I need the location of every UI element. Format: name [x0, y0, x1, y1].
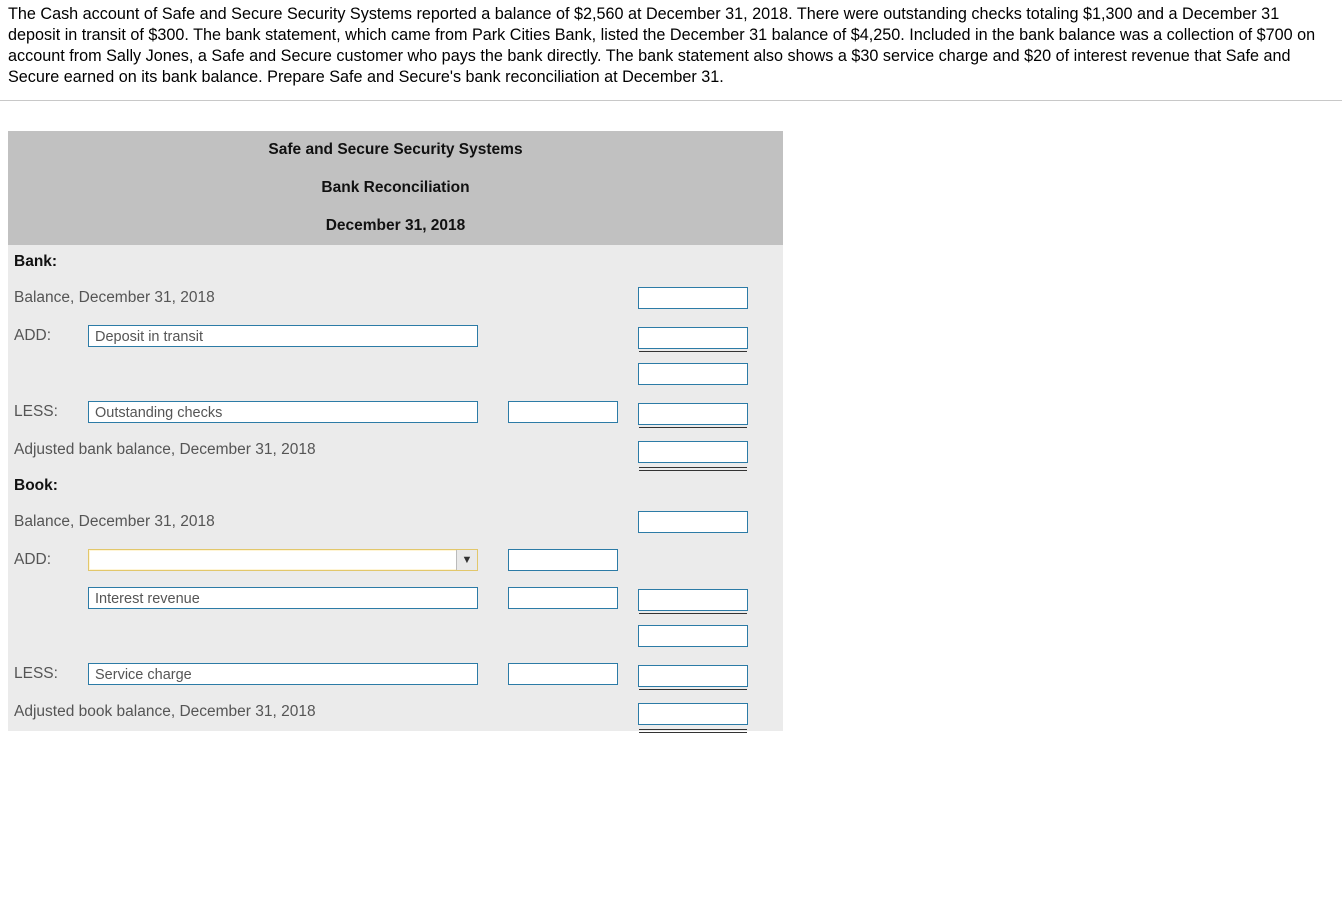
book-subtotal-input[interactable] — [638, 625, 748, 647]
book-less-subamount-input[interactable] — [508, 663, 618, 685]
bank-balance-label: Balance, December 31, 2018 — [8, 282, 638, 314]
book-add-amount-input[interactable] — [638, 589, 748, 611]
book-add-item-2-input[interactable]: Interest revenue — [88, 587, 478, 609]
book-add-item-1-select[interactable]: ▼ — [88, 549, 478, 571]
header-date: December 31, 2018 — [8, 207, 783, 245]
book-less-item-input[interactable]: Service charge — [88, 663, 478, 685]
book-adjusted-label: Adjusted book balance, December 31, 2018 — [8, 696, 638, 728]
bank-balance-input[interactable] — [638, 287, 748, 309]
bank-less-item-input[interactable]: Outstanding checks — [88, 401, 478, 423]
bank-add-amount-input[interactable] — [638, 327, 748, 349]
bank-section-label: Bank: — [8, 246, 783, 278]
book-balance-input[interactable] — [638, 511, 748, 533]
divider — [0, 100, 1342, 101]
bank-reconciliation-sheet: Safe and Secure Security Systems Bank Re… — [8, 131, 783, 731]
book-adjusted-balance-input[interactable] — [638, 703, 748, 725]
bank-less-label: LESS: — [8, 403, 58, 420]
bank-add-item-input[interactable]: Deposit in transit — [88, 325, 478, 347]
bank-reconciliation-table: Safe and Secure Security Systems Bank Re… — [8, 131, 783, 731]
bank-subtotal-input[interactable] — [638, 363, 748, 385]
bank-adjusted-label: Adjusted bank balance, December 31, 2018 — [8, 434, 638, 466]
problem-statement: The Cash account of Safe and Secure Secu… — [0, 0, 1342, 94]
bank-add-label: ADD: — [8, 327, 51, 344]
book-add-label: ADD: — [8, 551, 51, 568]
header-title: Bank Reconciliation — [8, 169, 783, 207]
book-less-amount-input[interactable] — [638, 665, 748, 687]
book-less-label: LESS: — [8, 665, 58, 682]
bank-less-subamount-input[interactable] — [508, 401, 618, 423]
chevron-down-icon: ▼ — [456, 550, 477, 570]
book-add-1-subamount-input[interactable] — [508, 549, 618, 571]
header-company: Safe and Secure Security Systems — [8, 131, 783, 169]
book-add-2-subamount-input[interactable] — [508, 587, 618, 609]
book-section-label: Book: — [8, 470, 783, 502]
bank-adjusted-balance-input[interactable] — [638, 441, 748, 463]
bank-less-amount-input[interactable] — [638, 403, 748, 425]
book-balance-label: Balance, December 31, 2018 — [8, 506, 638, 538]
